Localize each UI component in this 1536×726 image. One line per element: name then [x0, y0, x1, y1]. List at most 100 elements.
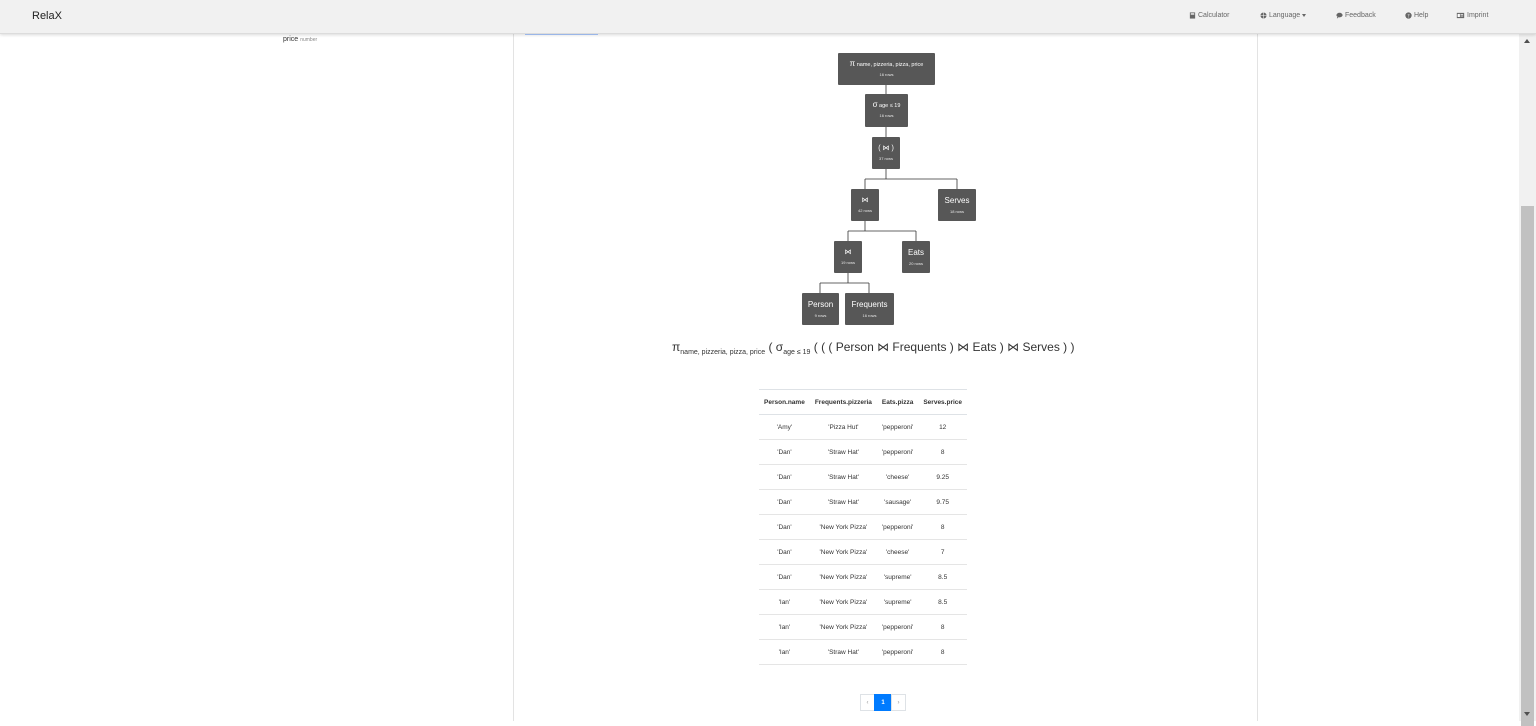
table-cell: 8 [918, 639, 968, 665]
selection-rows: 16 rows [879, 113, 894, 118]
table-cell: 'Ian' [759, 614, 810, 640]
column-header[interactable]: Frequents.pizzeria [809, 389, 877, 415]
table-cell: 'Amy' [759, 414, 810, 440]
nav-language-dropdown[interactable]: Language [1260, 12, 1307, 19]
table-cell: 'sausage' [876, 489, 919, 515]
tree-node-frequents[interactable]: Frequents 16 rows [845, 293, 894, 325]
table-cell: 'pepperoni' [876, 639, 919, 665]
pagination-page-1[interactable]: 1 [874, 694, 892, 711]
table-cell: 'Dan' [759, 564, 810, 590]
table-row: 'Dan' 'Straw Hat''cheese' 9.25 [759, 464, 968, 490]
table-cell: 'pepperoni' [876, 414, 919, 440]
projection-rows: 16 rows [879, 72, 894, 77]
table-cell: 'pepperoni' [876, 439, 919, 465]
table-cell: 'Dan' [759, 439, 810, 465]
pagination-next-button[interactable]: › [891, 694, 906, 711]
table-cell: 8 [918, 439, 968, 465]
table-cell: 'pepperoni' [876, 614, 919, 640]
expr-rest: ( ( ( Person ⋈ Frequents ) ⋈ Eats ) ⋈ Se… [813, 340, 1075, 354]
tree-node-join-outer[interactable]: ( ⋈ ) 37 rows [872, 137, 900, 169]
nav-imprint[interactable]: Imprint [1456, 12, 1488, 19]
join-outer-label: ( ⋈ ) [878, 145, 894, 152]
table-cell: 'cheese' [876, 539, 919, 565]
serves-rows: 18 rows [949, 209, 964, 214]
vertical-scrollbar[interactable] [1519, 34, 1536, 726]
projection-symbol: π [849, 59, 856, 68]
serves-label: Serves [944, 196, 970, 205]
eats-label: Eats [907, 248, 924, 257]
table-row: 'Dan' 'New York Pizza''cheese' 7 [759, 539, 968, 565]
relational-algebra-expression: πname, pizzeria, pizza, price ( σage ≤ 1… [672, 340, 1074, 356]
brand-logo[interactable]: RelaX [32, 10, 62, 22]
table-row: 'Ian' 'Straw Hat''pepperoni' 8 [759, 639, 968, 665]
table-row: 'Ian' 'New York Pizza''supreme' 8.5 [759, 589, 968, 615]
join-inner-label: ⋈ [844, 249, 852, 256]
table-cell: 9.25 [918, 464, 968, 490]
table-cell: 'Dan' [759, 489, 810, 515]
table-cell: 'Ian' [759, 589, 810, 615]
navbar: RelaX Calculator Language Feedback ? Hel… [0, 0, 1536, 34]
table-cell: 'Straw Hat' [809, 464, 877, 490]
table-cell: 'New York Pizza' [809, 539, 877, 565]
table-cell: 'Dan' [759, 464, 810, 490]
tree-node-eats[interactable]: Eats 20 rows [902, 241, 930, 273]
id-card-icon [1456, 12, 1465, 19]
table-cell: 'Straw Hat' [809, 489, 877, 515]
tree-node-join-mid[interactable]: ⋈ 42 rows [851, 189, 879, 221]
table-cell: 'cheese' [876, 464, 919, 490]
result-table: Person.name Frequents.pizzeria Eats.pizz… [759, 389, 968, 665]
tree-node-selection[interactable]: σ age ≤ 19 16 rows [865, 94, 908, 127]
globe-icon [1260, 12, 1267, 19]
table-cell: 7 [918, 539, 968, 565]
join-mid-label: ⋈ [861, 197, 869, 204]
table-row: 'Dan' 'Straw Hat''pepperoni' 8 [759, 439, 968, 465]
nav-language-label: Language [1269, 12, 1301, 19]
tree-node-projection[interactable]: π name, pizzeria, pizza, price 16 rows [838, 53, 935, 85]
table-cell: 'New York Pizza' [809, 614, 877, 640]
table-cell: 'Straw Hat' [809, 639, 877, 665]
nav-feedback-label: Feedback [1345, 12, 1376, 19]
scrollbar-thumb[interactable] [1521, 206, 1534, 726]
column-header[interactable]: Person.name [759, 389, 810, 415]
selection-symbol: σ [872, 100, 878, 109]
table-cell: 'New York Pizza' [809, 514, 877, 540]
scroll-up-arrow-icon[interactable] [1524, 39, 1530, 43]
nav-calculator-label: Calculator [1198, 12, 1230, 19]
table-row: 'Amy' 'Pizza Hut''pepperoni' 12 [759, 414, 968, 440]
tree-node-person[interactable]: Person 9 rows [802, 293, 839, 325]
expr-sigma-sub: age ≤ 19 [783, 349, 811, 356]
projection-attrs: name, pizzeria, pizza, price [856, 62, 924, 68]
table-row: 'Dan' 'Straw Hat''sausage' 9.75 [759, 489, 968, 515]
nav-calculator[interactable]: Calculator [1189, 12, 1230, 19]
table-row: 'Dan' 'New York Pizza''pepperoni' 8 [759, 514, 968, 540]
table-body: 'Amy' 'Pizza Hut''pepperoni' 12 'Dan' 'Stra… [759, 414, 968, 665]
table-cell: 'Dan' [759, 514, 810, 540]
table-cell: 9.75 [918, 489, 968, 515]
join-mid-rows: 42 rows [857, 208, 872, 213]
table-cell: 8.5 [918, 564, 968, 590]
table-cell: 8 [918, 514, 968, 540]
column-header[interactable]: Serves.price [918, 389, 968, 415]
join-inner-rows: 19 rows [840, 260, 855, 265]
scroll-down-arrow-icon[interactable] [1524, 712, 1530, 716]
table-cell: 'pepperoni' [876, 514, 919, 540]
caret-down-icon [1302, 14, 1307, 17]
pagination-prev-button[interactable]: ‹ [860, 694, 875, 711]
table-cell: 'New York Pizza' [809, 564, 877, 590]
calculator-icon [1189, 12, 1196, 19]
table-row: 'Ian' 'New York Pizza''pepperoni' 8 [759, 614, 968, 640]
frequents-label: Frequents [851, 300, 888, 309]
table-cell: 'Ian' [759, 639, 810, 665]
tree-node-join-inner[interactable]: ⋈ 19 rows [834, 241, 862, 273]
table-cell: 12 [918, 414, 968, 440]
person-rows: 9 rows [814, 313, 827, 318]
table-cell: 8.5 [918, 589, 968, 615]
nav-help[interactable]: ? Help [1405, 12, 1428, 19]
tree-node-serves[interactable]: Serves 18 rows [938, 189, 976, 221]
person-label: Person [807, 300, 834, 309]
column-header[interactable]: Eats.pizza [876, 389, 919, 415]
nav-feedback[interactable]: Feedback [1336, 12, 1376, 19]
expr-pi-sub: name, pizzeria, pizza, price [680, 349, 766, 356]
question-circle-icon: ? [1405, 12, 1412, 19]
table-header-row: Person.name Frequents.pizzeria Eats.pizz… [759, 389, 968, 415]
